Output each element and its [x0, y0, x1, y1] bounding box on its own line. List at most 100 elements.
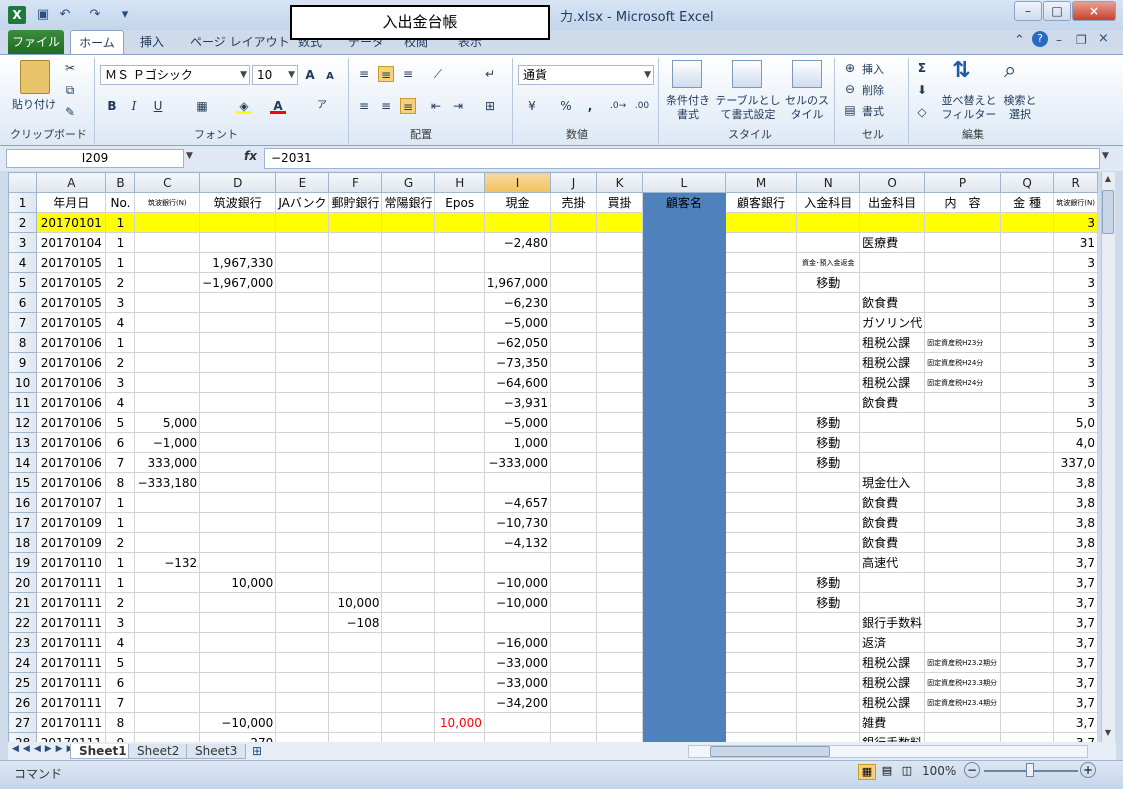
cell[interactable]	[328, 732, 383, 742]
cell[interactable]	[275, 412, 330, 433]
cell[interactable]	[924, 232, 1001, 253]
cell[interactable]	[328, 292, 383, 313]
header-cell[interactable]: 内 容	[924, 192, 1001, 213]
cell[interactable]	[999, 252, 1055, 273]
cell[interactable]	[199, 552, 277, 573]
align-right-icon[interactable]: ≡	[400, 98, 416, 114]
cell[interactable]	[724, 272, 798, 293]
cell[interactable]	[999, 332, 1055, 353]
conditional-format-button[interactable]: 条件付き書式	[662, 94, 714, 122]
cell[interactable]: 6	[105, 672, 136, 693]
cell[interactable]	[549, 412, 598, 433]
cell[interactable]	[549, 512, 598, 533]
cell[interactable]	[549, 492, 598, 513]
format-cells-button[interactable]: 書式	[862, 103, 884, 119]
row-header[interactable]: 3	[8, 232, 38, 253]
cell[interactable]: 2	[105, 592, 136, 613]
cell[interactable]	[381, 672, 436, 693]
zoom-out-icon[interactable]: −	[964, 762, 980, 778]
column-header[interactable]: N	[796, 172, 861, 193]
cell[interactable]	[549, 472, 598, 493]
undo-icon[interactable]: ↶	[56, 6, 74, 24]
cell[interactable]	[134, 312, 201, 333]
cell[interactable]	[381, 572, 436, 593]
sort-filter-icon[interactable]: ⇅	[952, 58, 970, 83]
cell[interactable]: 1	[105, 552, 136, 573]
cell[interactable]: 20170106	[36, 372, 107, 393]
cell[interactable]: 10,000	[434, 712, 485, 733]
cell[interactable]: 20170106	[36, 452, 107, 473]
cell[interactable]: 3,8	[1053, 532, 1098, 553]
cell[interactable]: −34,200	[483, 692, 552, 713]
cell[interactable]	[434, 232, 485, 253]
cell[interactable]	[999, 592, 1055, 613]
cell[interactable]	[999, 492, 1055, 513]
cell[interactable]	[999, 552, 1055, 573]
column-header[interactable]: F	[328, 172, 383, 193]
cell[interactable]	[134, 532, 201, 553]
scroll-down-icon[interactable]: ▼	[1102, 728, 1114, 740]
page-break-view-icon[interactable]: ◫	[898, 764, 916, 780]
cell[interactable]: 6	[105, 432, 136, 453]
cell[interactable]	[642, 392, 726, 413]
cell[interactable]	[381, 372, 436, 393]
cell[interactable]	[924, 732, 1001, 742]
cell[interactable]	[275, 332, 330, 353]
cell[interactable]: −64,600	[483, 372, 552, 393]
chevron-down-icon[interactable]: ▼	[186, 151, 193, 161]
cell[interactable]	[275, 272, 330, 293]
cell[interactable]: 3	[105, 612, 136, 633]
align-top-icon[interactable]: ≡	[356, 66, 372, 82]
cell[interactable]: 医療費	[859, 232, 926, 253]
cell[interactable]	[549, 732, 598, 742]
cell[interactable]	[924, 612, 1001, 633]
cell[interactable]	[724, 492, 798, 513]
cell[interactable]: 20170111	[36, 632, 107, 653]
cell[interactable]	[642, 692, 726, 713]
cell[interactable]	[596, 332, 644, 353]
cell[interactable]	[924, 272, 1001, 293]
cell[interactable]	[999, 372, 1055, 393]
cell[interactable]	[275, 232, 330, 253]
cell[interactable]	[381, 312, 436, 333]
cell[interactable]: 3,7	[1053, 632, 1098, 653]
cell[interactable]: 5	[105, 412, 136, 433]
conditional-format-icon[interactable]	[672, 60, 702, 88]
cell[interactable]	[199, 512, 277, 533]
increase-indent-icon[interactable]: ⇥	[450, 98, 466, 114]
cell[interactable]	[134, 212, 201, 233]
cell[interactable]: 20170111	[36, 652, 107, 673]
cell[interactable]	[724, 652, 798, 673]
paste-icon[interactable]	[20, 60, 50, 94]
cell[interactable]	[796, 532, 861, 553]
italic-button[interactable]: I	[126, 98, 142, 114]
cell[interactable]	[642, 252, 726, 273]
header-cell[interactable]: 年月日	[36, 192, 107, 213]
cell[interactable]	[642, 612, 726, 633]
cell[interactable]: 移動	[796, 592, 861, 613]
cell[interactable]	[549, 672, 598, 693]
header-cell[interactable]: 買掛	[596, 192, 644, 213]
cell[interactable]	[999, 452, 1055, 473]
cell[interactable]	[275, 672, 330, 693]
cell[interactable]	[381, 612, 436, 633]
cell[interactable]: −1,000	[134, 432, 201, 453]
cell[interactable]	[999, 732, 1055, 742]
cell[interactable]	[724, 332, 798, 353]
cell[interactable]	[859, 572, 926, 593]
cell[interactable]	[642, 212, 726, 233]
cell[interactable]	[275, 572, 330, 593]
cell[interactable]	[924, 492, 1001, 513]
row-header[interactable]: 4	[8, 252, 38, 273]
cell[interactable]: 20170109	[36, 512, 107, 533]
cell[interactable]: 3	[1053, 272, 1098, 293]
cell[interactable]	[596, 632, 644, 653]
cell[interactable]	[596, 732, 644, 742]
sort-filter-button[interactable]: 並べ替えとフィルター	[940, 94, 998, 122]
cell[interactable]	[328, 352, 383, 373]
cell[interactable]	[381, 412, 436, 433]
cell[interactable]	[642, 672, 726, 693]
customize-qat-icon[interactable]: ▾	[116, 6, 134, 24]
cell[interactable]: 20170106	[36, 392, 107, 413]
cell[interactable]: 3	[1053, 372, 1098, 393]
